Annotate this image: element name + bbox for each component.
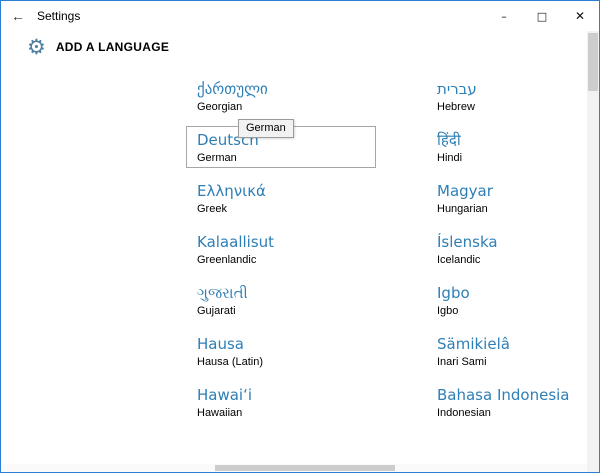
language-native-name: Ελληνικά (197, 182, 266, 200)
language-tile-inari-sami[interactable]: Sämikielâ Inari Sami (426, 330, 599, 372)
language-tile-hungarian[interactable]: Magyar Hungarian (426, 177, 599, 219)
language-native-name: Igbo (437, 284, 470, 302)
language-english-name: Georgian (197, 101, 243, 113)
language-native-name: Magyar (437, 182, 493, 200)
language-english-name: Icelandic (437, 254, 481, 266)
language-native-name: Kalaallisut (197, 233, 275, 251)
maximize-icon: □ (536, 9, 548, 23)
vertical-scrollbar[interactable] (587, 31, 599, 464)
language-native-name: ગુજરાતી (197, 284, 248, 302)
language-english-name: Inari Sami (437, 356, 487, 368)
minimize-icon: – (501, 9, 507, 23)
close-button[interactable]: ✕ (561, 1, 599, 31)
language-english-name: Greenlandic (197, 254, 257, 266)
language-native-name: हिंदी (437, 131, 461, 149)
language-english-name: Greek (197, 203, 227, 215)
language-english-name: Hindi (437, 152, 463, 164)
gear-icon: ⚙ (27, 34, 46, 59)
language-native-name: Sämikielâ (437, 335, 510, 353)
language-english-name: Gujarati (197, 305, 236, 317)
maximize-button[interactable]: □ (523, 1, 561, 31)
language-english-name: Indonesian (437, 407, 491, 419)
language-tile-icelandic[interactable]: Íslenska Icelandic (426, 228, 599, 270)
page-header: ⚙ ADD A LANGUAGE (1, 31, 599, 63)
language-tile-igbo[interactable]: Igbo Igbo (426, 279, 599, 321)
vertical-scrollbar-thumb[interactable] (588, 33, 598, 91)
language-tile-indonesian[interactable]: Bahasa Indonesia Indonesian (426, 381, 599, 423)
language-native-name: Hausa (197, 335, 244, 353)
language-english-name: Igbo (437, 305, 459, 317)
language-tile-hawaiian[interactable]: Hawaiʻi Hawaiian (186, 381, 376, 423)
language-english-name: German (197, 152, 237, 164)
horizontal-scrollbar-thumb[interactable] (215, 465, 395, 471)
language-native-name: Hawaiʻi (197, 386, 253, 404)
language-tile-greenlandic[interactable]: Kalaallisut Greenlandic (186, 228, 376, 270)
language-tile-hebrew[interactable]: עברית Hebrew (426, 75, 599, 117)
settings-window: ← Settings – □ ✕ ⚙ ADD A LANGUAGE ქართულ… (0, 0, 600, 473)
language-tile-georgian[interactable]: ქართული Georgian (186, 75, 376, 117)
back-arrow-icon: ← (11, 8, 25, 24)
scrollbar-corner (587, 464, 599, 472)
language-english-name: Hebrew (437, 101, 475, 113)
language-tile-gujarati[interactable]: ગુજરાતી Gujarati (186, 279, 376, 321)
language-english-name: Hausa (Latin) (197, 356, 264, 368)
language-native-name: עברית (437, 80, 477, 98)
language-native-name: Íslenska (437, 233, 498, 251)
horizontal-scrollbar[interactable] (1, 464, 587, 472)
language-native-name: ქართული (197, 80, 268, 98)
close-icon: ✕ (574, 9, 586, 23)
title-bar: ← Settings – □ ✕ (1, 1, 599, 31)
language-tile-hindi[interactable]: हिंदी Hindi (426, 126, 599, 168)
page-title: ADD A LANGUAGE (55, 40, 170, 54)
minimize-button[interactable]: – (485, 1, 523, 31)
language-english-name: Hawaiian (197, 407, 243, 419)
caption-buttons: – □ ✕ (485, 1, 599, 31)
back-button[interactable]: ← (1, 1, 35, 31)
window-title: Settings (37, 9, 81, 23)
language-english-name: Hungarian (437, 203, 488, 215)
language-tile-greek[interactable]: Ελληνικά Greek (186, 177, 376, 219)
language-native-name: Bahasa Indonesia (437, 386, 570, 404)
tooltip: German (238, 119, 294, 138)
language-tile-hausa-latin[interactable]: Hausa Hausa (Latin) (186, 330, 376, 372)
